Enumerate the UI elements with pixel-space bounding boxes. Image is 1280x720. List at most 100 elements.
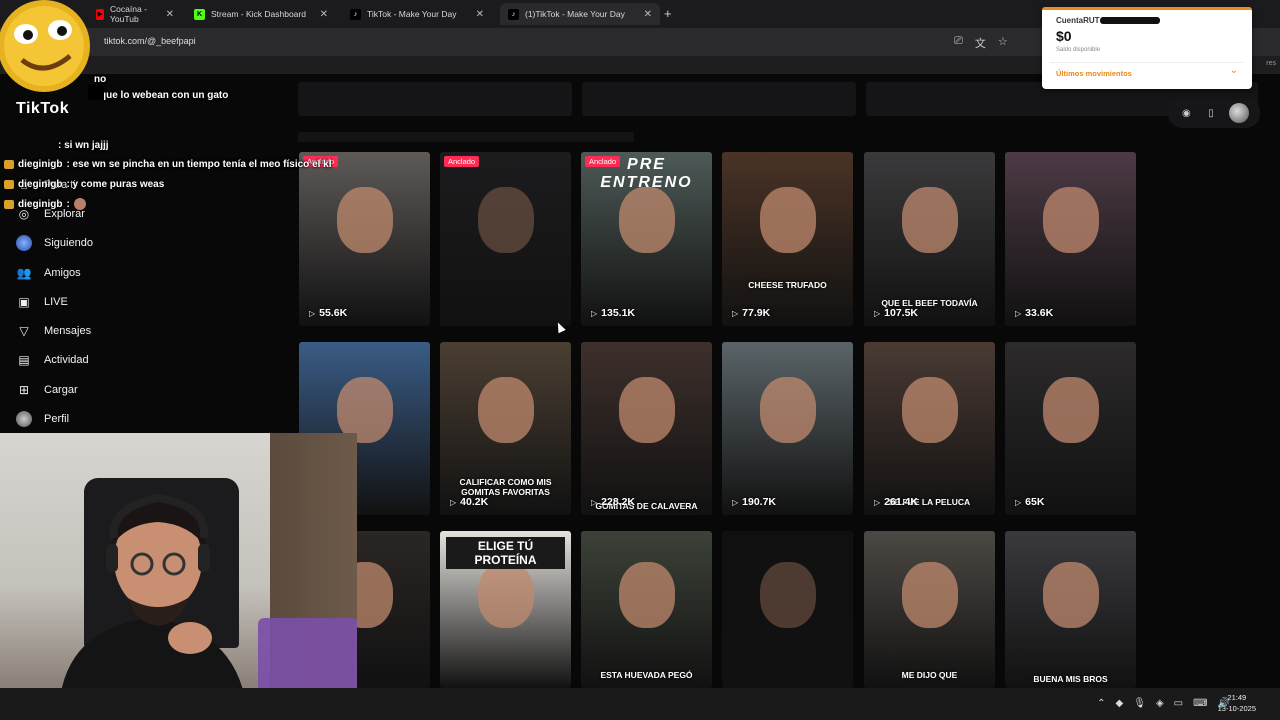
sidebar-item-label: LIVE [44,295,68,308]
sidebar-item[interactable]: ▤ Actividad [12,346,232,375]
close-tab-icon[interactable]: ✕ [476,9,484,20]
video-card[interactable]: QUE EL BEEF TODAVÍA ▷ 107.5K [864,152,995,326]
view-count-value: 40.2K [460,496,489,508]
sidebar-item-label: Mensajes [44,325,92,338]
tab-title: TikTok - Make Your Day [367,9,457,19]
play-icon: ▷ [1015,308,1022,318]
bank-account-title: CuentaRUT [1056,16,1100,25]
thumbnail-face [902,186,958,253]
video-card[interactable]: GOMITAS DE CALAVERA ▷ 228.2K [581,342,712,515]
tiktok-logo[interactable]: TikTok [16,100,69,118]
bank-balance-label: Saldo disponible [1056,47,1101,53]
video-caption: ELIGE TÚ PROTEÍNA [446,537,565,569]
tab-favicon-icon: ♪ [508,8,519,20]
browser-tab[interactable]: K Stream - Kick Dashboard ✕ [186,3,336,25]
video-card[interactable]: Anclado ▷ 55.6K [299,152,430,326]
sidebar-item[interactable]: 👥 Amigos [12,258,232,287]
new-tab-button[interactable]: + [664,6,672,21]
sidebar-item-label: Amigos [44,266,81,279]
display-icon[interactable]: ▭ [1174,698,1183,709]
bookmarks-overflow[interactable]: res [1266,60,1276,67]
play-icon: ▷ [450,497,457,507]
video-caption: BUENA MIS BROS [1033,674,1108,684]
pinned-badge: Anclado [444,156,480,167]
translate-icon[interactable]: 文 [975,35,986,51]
video-caption: CHEESE TRUFADO [748,280,827,290]
video-card[interactable] [722,531,853,688]
sidebar-item[interactable]: Siguiendo [12,229,232,258]
placeholder-card [582,82,856,116]
discord-icon[interactable]: ◆ [1116,698,1124,709]
video-card[interactable]: ME DIJO QUE [864,531,995,688]
sidebar-item[interactable]: ⊞ Cargar [12,375,232,404]
phone-icon[interactable]: ▯ [1204,106,1218,120]
video-card[interactable]: Anclado [440,152,571,326]
streamer-silhouette [61,493,243,688]
play-icon: ▷ [732,497,739,507]
sidebar-item-label: Perfil [44,413,70,426]
sidebar-item-label: Siguiendo [44,237,93,250]
sidebar-item[interactable]: Perfil [12,404,232,433]
taskbar-clock[interactable]: 21:49 13-10-2025 [1218,693,1256,714]
chevron-down-icon[interactable]: ⌄ [1230,65,1238,76]
view-count: ▷ 77.9K [732,307,770,319]
browser-tab[interactable]: ♪ (1)TikTok - Make Your Day ✕ [500,3,660,25]
tray-overflow-icon[interactable]: ⌃ [1097,698,1105,709]
thumbnail-face [478,186,534,253]
thumbnail-face [1043,376,1099,443]
bookmark-star-icon[interactable]: ☆ [998,35,1008,51]
video-card[interactable]: SE FUE LA PELUCA ▷ 261.4K [864,342,995,515]
view-count: ▷ 228.2K [591,496,635,508]
play-icon: ▷ [591,308,598,318]
thumbnail-face [1043,186,1099,253]
user-avatar[interactable] [1228,103,1249,123]
close-tab-icon[interactable]: ✕ [166,9,174,20]
sidebar-item[interactable]: ▣ LIVE [12,287,232,316]
chat-username: dieginigb [18,159,63,170]
browser-tab[interactable]: ♪ TikTok - Make Your Day ✕ [342,3,492,25]
profile-avatar-icon [16,411,32,428]
chat-emote-icon [73,198,86,210]
steam-icon[interactable]: ◈ [1156,698,1164,709]
video-card[interactable]: CALIFICAR COMO MIS GOMITAS FAVORITAS ▷ 40.… [440,342,571,515]
thumbnail-face [760,376,816,443]
video-card[interactable]: ELIGE TÚ PROTEÍNA [440,531,571,688]
live-icon: ▣ [18,294,30,309]
friends-icon: 👥 [16,265,32,280]
bank-balance: $0 [1056,28,1072,44]
video-caption: PRE ENTRENO [600,156,693,191]
network-icon[interactable]: ⌨ [1193,698,1207,709]
play-icon: ▷ [591,497,598,507]
placeholder-card [298,82,572,116]
view-count: ▷ 261.4K [874,496,918,508]
play-icon: ▷ [309,308,316,318]
thumbnail-face [760,186,816,253]
video-card[interactable]: ▷ 190.7K [722,342,853,515]
chat-text: que lo webean con un gato [100,90,229,101]
install-app-icon[interactable]: ⎚ [954,35,963,51]
bank-movements-link[interactable]: Últimos movimientos [1056,69,1132,78]
video-card[interactable]: ▷ 33.6K [1005,152,1136,326]
url-field[interactable]: tiktok.com/@_beefpapi [104,36,196,46]
coin-icon[interactable]: ◉ [1179,106,1193,120]
video-card[interactable]: CHEESE TRUFADO ▷ 77.9K [722,152,853,326]
chat-message: : si wn jajjj [58,140,109,151]
close-tab-icon[interactable]: ✕ [644,9,652,20]
mic-icon[interactable]: 🎙 [1133,698,1146,709]
chat-message: dieginigb: ese wn se pincha en un tiempo… [4,159,332,170]
view-count: ▷ 107.5K [874,307,918,319]
view-count-value: 77.9K [742,307,771,319]
bank-balance-popup[interactable]: CuentaRUT $0 Saldo disponible Últimos mo… [1042,7,1252,89]
video-card[interactable]: ▷ 65K [1005,342,1136,515]
video-card[interactable]: Anclado PRE ENTRENO ▷ 135.1K [581,152,712,326]
thumbnail-face [902,562,958,629]
sidebar-item[interactable]: ▽ Mensajes [12,316,232,345]
close-tab-icon[interactable]: ✕ [320,9,328,20]
video-card[interactable]: ESTA HUEVADA PEGÓ [581,531,712,688]
video-card[interactable]: BUENA MIS BROS [1005,531,1136,688]
bank-accent-bar [1042,7,1252,10]
chat-username: dieginigb [18,179,63,190]
chat-message: que lo webean con un gato [100,90,228,101]
view-count-value: 135.1K [601,307,636,319]
play-icon: ▷ [874,308,881,318]
